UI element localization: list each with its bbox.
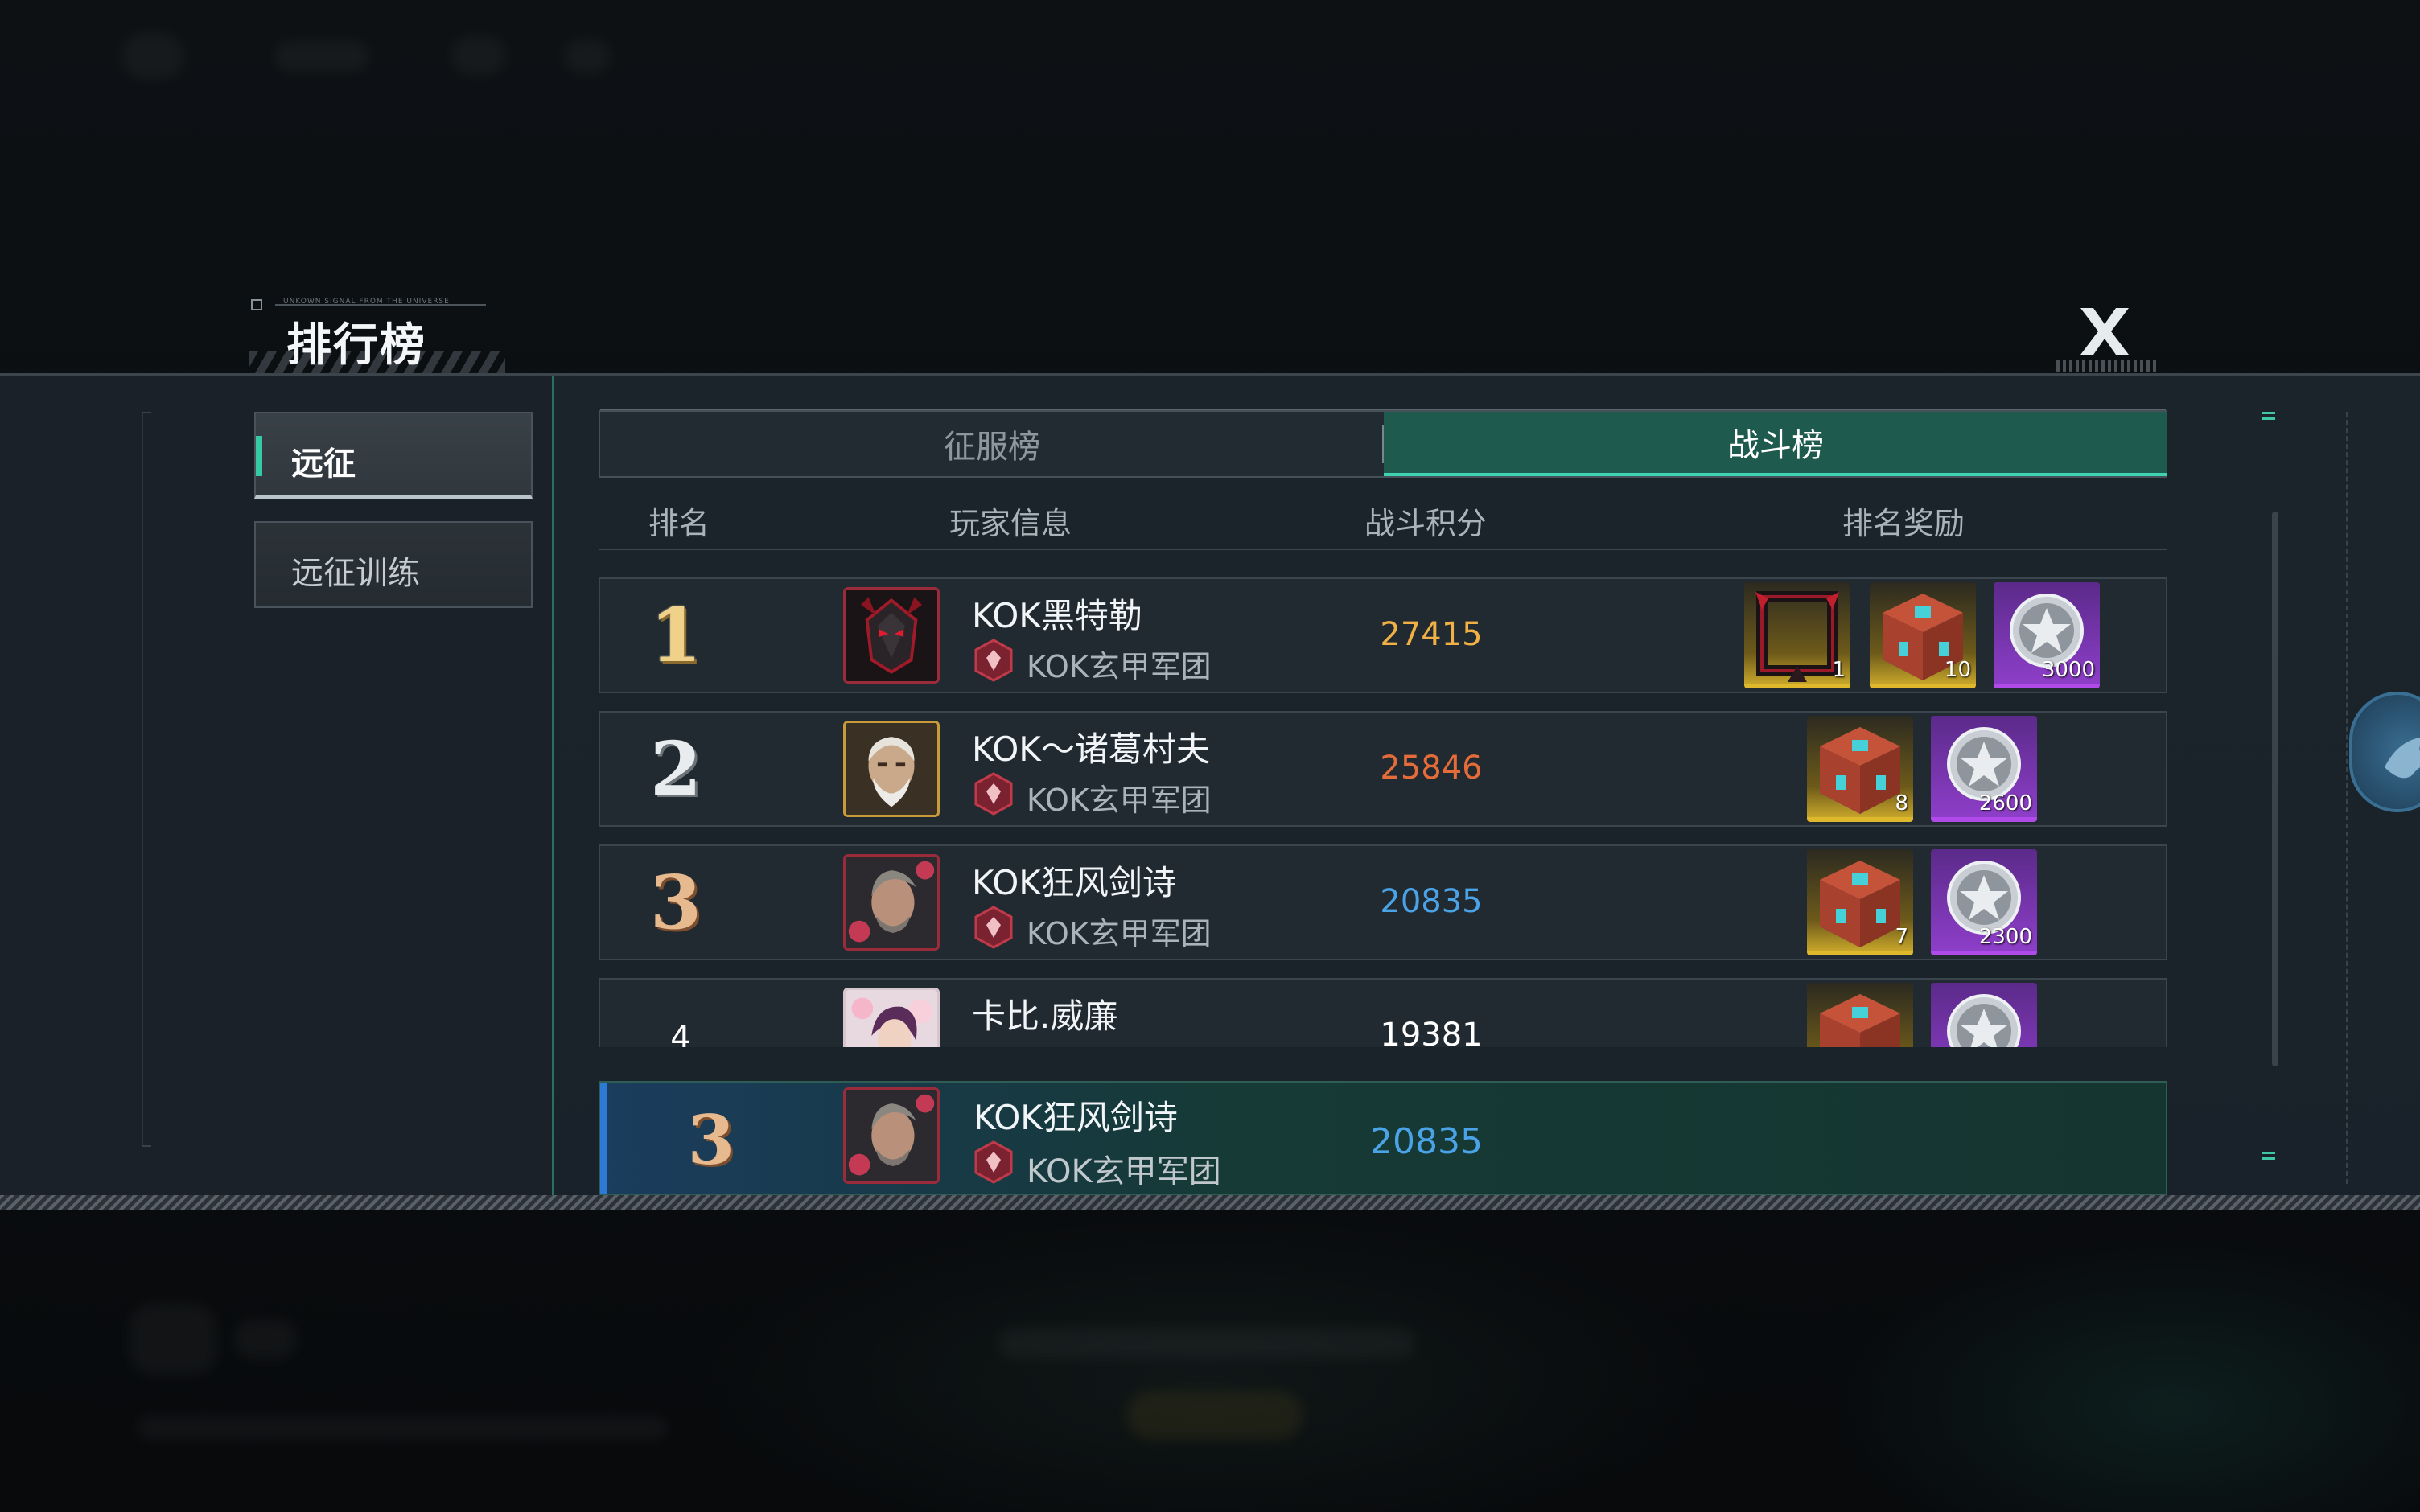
player-name: KOK狂风剑诗: [972, 863, 1176, 902]
guild-emblem-icon: [974, 639, 1013, 682]
bg-blur: [137, 1415, 668, 1440]
reward-count: 8: [1895, 791, 1908, 816]
bg-blur: [998, 1327, 1416, 1359]
my-avatar[interactable]: [843, 1087, 940, 1184]
leaderboard-tabs: 征服榜 战斗榜: [599, 409, 2167, 478]
rank-number: 3: [649, 859, 702, 946]
battle-score: 19381: [1380, 1017, 1483, 1047]
close-hatch-decoration: [2056, 360, 2156, 372]
sidebar-rail-decoration: [142, 412, 153, 1147]
right-rail-decoration: [2346, 412, 2348, 1184]
bg-blur: [451, 35, 507, 76]
sidebar-item-expedition-training[interactable]: 远征训练: [254, 521, 533, 608]
avatar[interactable]: [843, 988, 940, 1047]
rank-number: 4: [670, 1020, 691, 1047]
list-scrollbar[interactable]: [2272, 512, 2278, 1066]
reward-count: 7: [1895, 925, 1908, 949]
bg-blur: [233, 1319, 298, 1359]
avatar[interactable]: [843, 721, 940, 817]
guild-emblem-icon: [974, 772, 1013, 816]
scroll-bottom-marker: [2262, 1152, 2275, 1160]
sidebar-item-label: 远征训练: [291, 555, 420, 592]
page-title: 排行榜: [286, 319, 426, 372]
guild-emblem-icon: [974, 906, 1013, 949]
reward-count: 2300: [1978, 925, 2032, 949]
crate-icon: [1820, 994, 1900, 1047]
sidebar-item-expedition[interactable]: 远征: [254, 412, 533, 499]
close-button[interactable]: [2069, 301, 2140, 362]
avatar[interactable]: [843, 854, 940, 951]
reward-star-coin[interactable]: 2300: [1931, 849, 2037, 955]
table-row[interactable]: 4 卡比.威廉 19381: [599, 978, 2167, 1047]
guild-name: KOK玄甲军团: [1027, 649, 1212, 684]
sidebar-item-label: 远征: [291, 446, 356, 483]
my-battle-score: 20835: [1370, 1121, 1483, 1162]
column-header-rank: 排名: [648, 506, 710, 541]
reward-star-coin[interactable]: 3000: [1994, 582, 2100, 688]
reward-count: 1: [1832, 658, 1846, 682]
deco-text: UNKOWN SIGNAL FROM THE UNIVERSE: [283, 298, 450, 306]
reward-frame[interactable]: 1: [1744, 582, 1850, 688]
bg-blur: [274, 40, 370, 72]
reward-crate[interactable]: [1807, 983, 1913, 1047]
reward-count: 3000: [2041, 658, 2095, 682]
star-coin-icon: [1947, 994, 2021, 1047]
my-rank-row[interactable]: 3 KOK狂风剑诗 KOK玄甲军团 20835: [599, 1081, 2167, 1195]
table-row[interactable]: 3 KOK狂风剑诗 KOK玄甲军团 20835 7 2300: [599, 844, 2167, 960]
player-name: KOK～诸葛村夫: [972, 729, 1210, 769]
scroll-top-marker: [2262, 412, 2275, 420]
bg-blur: [129, 1303, 217, 1375]
battle-score: 25846: [1380, 750, 1483, 787]
my-guild-name: KOK玄甲军团: [1027, 1153, 1221, 1190]
reward-crate[interactable]: 8: [1807, 716, 1913, 822]
game-screen: UNKOWN SIGNAL FROM THE UNIVERSE 排行榜 远征 远…: [0, 0, 2420, 1512]
avatar[interactable]: [843, 587, 940, 684]
player-name: KOK黑特勒: [972, 596, 1142, 635]
header-divider: [599, 549, 2167, 550]
player-name: 卡比.威廉: [972, 996, 1118, 1036]
column-header-player: 玩家信息: [949, 506, 1072, 541]
title-decoration: UNKOWN SIGNAL FROM THE UNIVERSE: [251, 298, 486, 310]
column-header-score: 战斗积分: [1364, 506, 1488, 541]
tab-conquest[interactable]: 征服榜: [600, 412, 1384, 476]
ranking-list[interactable]: 1 KOK黑特勒 KOK玄甲军团 27415 1 10 3000 2 KOK～诸…: [599, 577, 2167, 1047]
guild-name: KOK玄甲军团: [1027, 783, 1212, 818]
reward-crate[interactable]: 10: [1870, 582, 1976, 688]
reward-count: 10: [1944, 658, 1971, 682]
bg-blur: [1126, 1391, 1303, 1440]
bg-blur: [563, 39, 611, 74]
bg-blur: [121, 32, 185, 80]
battle-score: 20835: [1380, 883, 1483, 920]
column-header-reward: 排名奖励: [1842, 506, 1965, 541]
guild-emblem-icon: [974, 1140, 1013, 1184]
my-rank-number: 3: [687, 1100, 735, 1180]
guild-name: KOK玄甲军团: [1027, 916, 1212, 951]
reward-count: 2600: [1978, 791, 2032, 816]
my-player-name: KOK狂风剑诗: [973, 1098, 1178, 1137]
side-emblem-button[interactable]: [2349, 692, 2420, 812]
tab-battle[interactable]: 战斗榜: [1384, 412, 2167, 476]
battle-score: 27415: [1380, 616, 1483, 653]
panel-bottom-stripe: [0, 1195, 2420, 1210]
sidebar-divider: [552, 376, 554, 1195]
rank-number: 2: [649, 725, 702, 812]
reward-star-coin[interactable]: 2600: [1931, 716, 2037, 822]
table-row[interactable]: 2 KOK～诸葛村夫 KOK玄甲军团 25846 8 2600: [599, 711, 2167, 827]
close-x-icon: [2080, 308, 2129, 355]
rank-number: 1: [649, 592, 702, 679]
reward-star-coin[interactable]: [1931, 983, 2037, 1047]
reward-crate[interactable]: 7: [1807, 849, 1913, 955]
eagle-icon: [2385, 738, 2420, 779]
table-row[interactable]: 1 KOK黑特勒 KOK玄甲军团 27415 1 10 3000: [599, 577, 2167, 693]
